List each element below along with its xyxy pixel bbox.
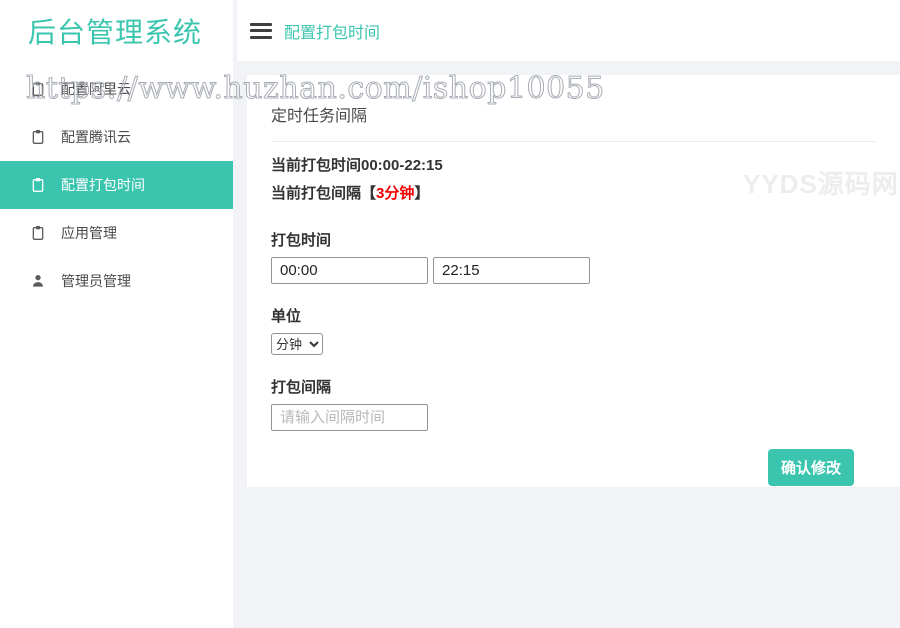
interval-suffix: 】 bbox=[414, 185, 429, 202]
topbar: 配置打包时间 bbox=[237, 0, 900, 61]
user-icon bbox=[30, 273, 46, 289]
sidebar-item-label: 应用管理 bbox=[61, 223, 117, 243]
button-row: 确认修改 bbox=[271, 449, 876, 486]
interval-prefix: 当前打包间隔【 bbox=[271, 185, 376, 202]
unit-select[interactable]: 分钟 bbox=[271, 333, 323, 355]
sidebar-item-tencent-config[interactable]: 配置腾讯云 bbox=[0, 113, 233, 161]
clipboard-icon bbox=[30, 129, 46, 145]
sidebar-item-label: 配置打包时间 bbox=[61, 175, 145, 195]
interval-input-row bbox=[271, 404, 876, 431]
app-title: 后台管理系统 bbox=[0, 0, 233, 62]
page-title: 配置打包时间 bbox=[284, 19, 380, 43]
time-end-input[interactable] bbox=[433, 257, 590, 284]
sidebar-nav: 配置阿里云 配置腾讯云 配置打包时间 应用管理 管理员管理 bbox=[0, 62, 233, 305]
sidebar-item-aliyun-config[interactable]: 配置阿里云 bbox=[0, 65, 233, 113]
sidebar-item-app-management[interactable]: 应用管理 bbox=[0, 209, 233, 257]
sidebar-item-label: 管理员管理 bbox=[61, 271, 131, 291]
confirm-modify-button[interactable]: 确认修改 bbox=[768, 449, 854, 486]
current-status: 当前打包时间00:00-22:15 当前打包间隔【3分钟】 bbox=[271, 152, 876, 208]
sidebar-item-label: 配置腾讯云 bbox=[61, 127, 131, 147]
card-title: 定时任务间隔 bbox=[271, 102, 876, 142]
hamburger-icon[interactable] bbox=[250, 23, 272, 39]
interval-value: 3分钟 bbox=[376, 185, 414, 202]
sidebar-item-label: 配置阿里云 bbox=[61, 79, 131, 99]
time-inputs-row bbox=[271, 257, 876, 284]
interval-label: 打包间隔 bbox=[271, 376, 876, 397]
settings-card: 定时任务间隔 当前打包时间00:00-22:15 当前打包间隔【3分钟】 打包时… bbox=[247, 75, 900, 487]
unit-label: 单位 bbox=[271, 305, 876, 326]
sidebar: 后台管理系统 配置阿里云 配置腾讯云 配置打包时间 应用管理 bbox=[0, 0, 233, 628]
time-start-input[interactable] bbox=[271, 257, 428, 284]
sidebar-item-package-time-config[interactable]: 配置打包时间 bbox=[0, 161, 233, 209]
clipboard-icon bbox=[30, 177, 46, 193]
current-package-time-text: 当前打包时间00:00-22:15 bbox=[271, 152, 876, 180]
interval-input[interactable] bbox=[271, 404, 428, 431]
current-package-interval-text: 当前打包间隔【3分钟】 bbox=[271, 180, 876, 208]
clipboard-icon bbox=[30, 225, 46, 241]
sidebar-item-admin-management[interactable]: 管理员管理 bbox=[0, 257, 233, 305]
package-time-label: 打包时间 bbox=[271, 229, 876, 250]
clipboard-icon bbox=[30, 81, 46, 97]
